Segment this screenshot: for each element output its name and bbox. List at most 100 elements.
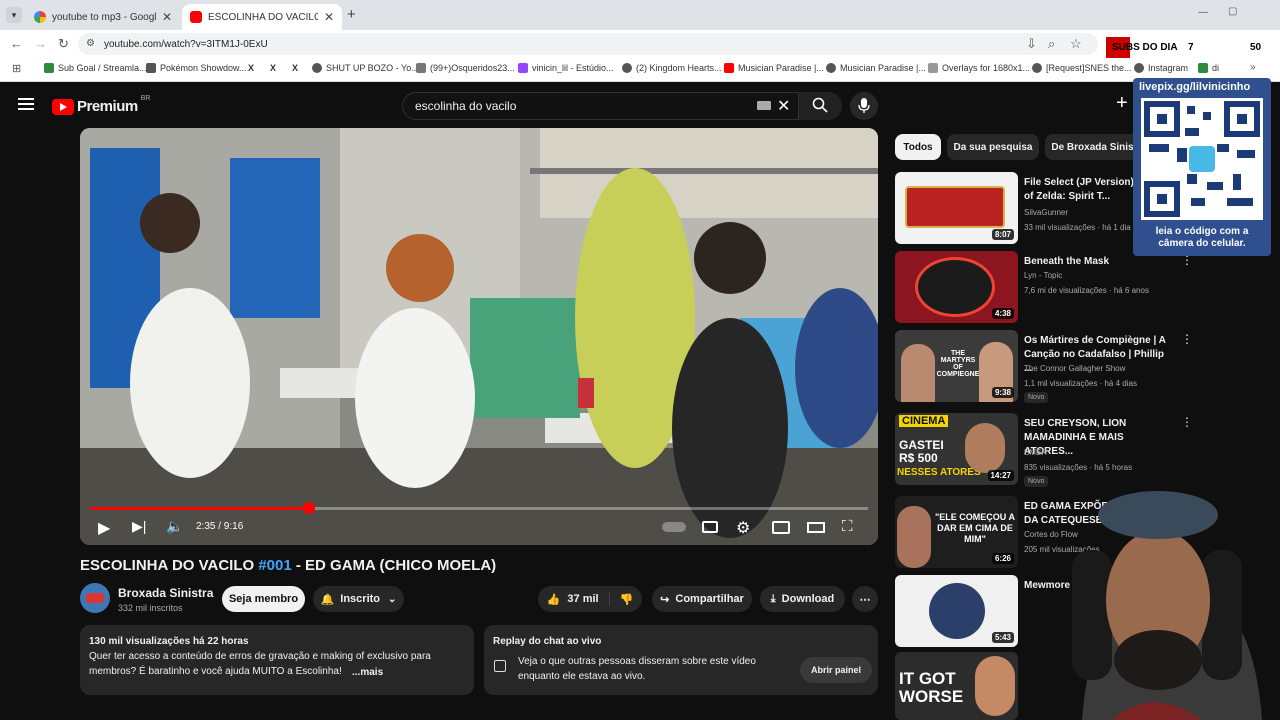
thumbnail-text: IT GOT WORSE — [899, 669, 964, 706]
youtube-premium-logo[interactable]: Premium BR — [52, 95, 150, 115]
description-text: Quer ter acesso a conteúdo de erros de g… — [89, 651, 431, 677]
instagram-icon — [1134, 63, 1144, 73]
close-tab-icon[interactable]: ✕ — [162, 10, 172, 24]
forward-icon[interactable]: → — [34, 36, 47, 51]
reload-icon[interactable]: ↻ — [58, 36, 69, 52]
bookmark-item[interactable]: (2) Kingdom Hearts... — [622, 63, 722, 73]
voice-search-button[interactable] — [850, 92, 878, 120]
subs-goal-widget: SUBS DO DIA 7 50 — [1106, 37, 1270, 59]
bookmark-item[interactable]: X — [292, 63, 298, 73]
chat-icon — [494, 660, 506, 672]
minimize-icon[interactable]: — — [1198, 7, 1208, 18]
description-meta: 130 mil visualizações há 22 horas — [89, 636, 249, 647]
search-button[interactable] — [798, 92, 842, 120]
chip-from-channel[interactable]: De Broxada Sinis — [1045, 134, 1140, 160]
miniplayer-icon[interactable] — [772, 521, 790, 534]
keyboard-icon[interactable] — [757, 101, 771, 110]
video-meta: 33 mil visualizações · há 1 dia — [1024, 223, 1131, 232]
video-duration: 14:27 — [987, 470, 1014, 481]
description-box[interactable]: 130 mil visualizações há 22 horas Quer t… — [80, 625, 474, 695]
download-button[interactable]: ⤓ Download — [760, 586, 845, 612]
clear-search-icon[interactable]: ✕ — [777, 96, 790, 116]
bookmark-item[interactable]: X — [248, 63, 254, 73]
close-tab-icon[interactable]: ✕ — [324, 10, 334, 24]
progress-bar[interactable] — [90, 502, 868, 514]
bookmark-item[interactable]: Overlays for 1680x1... — [928, 63, 1030, 73]
tab-google[interactable]: youtube to mp3 - Google Sear ✕ — [26, 4, 180, 30]
recommended-video[interactable]: 4:38 Beneath the Mask Lyn - Topic 7,6 mi… — [895, 251, 1195, 323]
time-display: 2:35 / 9:16 — [196, 521, 244, 532]
chip-all[interactable]: Todos — [895, 134, 941, 160]
tab-youtube[interactable]: ESCOLINHA DO VACILO #001 - ✕ — [182, 4, 342, 30]
show-more-link[interactable]: ...mais — [348, 665, 384, 680]
more-vert-icon[interactable]: ⋮ — [1181, 415, 1193, 429]
channel-name[interactable]: SilvaGunner — [1024, 208, 1068, 217]
zoom-icon[interactable]: ⌕ — [1048, 36, 1055, 52]
play-icon[interactable]: ▶ — [98, 518, 110, 538]
more-vert-icon[interactable]: ⋮ — [1181, 332, 1193, 346]
dislike-button[interactable]: 👎 — [610, 593, 634, 606]
volume-icon[interactable]: 🔈 — [166, 518, 183, 535]
chip-from-search[interactable]: Da sua pesquisa — [947, 134, 1039, 160]
qr-code-icon — [1141, 98, 1263, 220]
download-icon: ⤓ — [770, 592, 776, 605]
tab-label: youtube to mp3 - Google Sear — [52, 11, 156, 23]
bookmark-item[interactable]: X — [270, 63, 276, 73]
livepix-qr-overlay: livepix.gg/lilvinicinho leia o código co… — [1133, 78, 1271, 256]
bookmark-item[interactable]: vinicin_lil - Estúdio... — [518, 63, 614, 73]
video-thumbnail[interactable]: "ELE COMEÇOU A DAR EM CIMA DE MIM" 6:26 — [895, 496, 1018, 568]
video-title: ESCOLINHA DO VACILO #001 - ED GAMA (CHIC… — [80, 557, 497, 574]
bookmark-item[interactable]: Pokémon Showdow... — [146, 63, 247, 73]
channel-name[interactable]: Lyn - Topic — [1024, 271, 1062, 280]
fullscreen-icon[interactable]: ⛶ — [842, 518, 853, 535]
like-dislike-group: 👍 37 mil 👎 — [538, 586, 642, 612]
channel-avatar[interactable] — [80, 583, 110, 613]
bookmark-item[interactable]: Musician Paradise |... — [724, 63, 824, 73]
create-icon[interactable]: + — [1116, 92, 1128, 115]
url-field[interactable]: ⚙ youtube.com/watch?v=3ITM1J-0ExU — [78, 33, 1098, 55]
bookmark-item[interactable]: Musician Paradise |... — [826, 63, 926, 73]
install-icon[interactable]: ⇩ — [1026, 36, 1037, 52]
subs-label: SUBS DO DIA — [1112, 42, 1178, 53]
video-thumbnail[interactable]: THE MARTYRS OF COMPIEGNE 9:38 — [895, 330, 1018, 402]
video-thumbnail[interactable]: CINEMA GASTEI R$ 500 NESSES ATORES 14:27 — [895, 413, 1018, 485]
back-icon[interactable]: ← — [10, 36, 23, 51]
apps-icon[interactable]: ⊞ — [12, 62, 21, 75]
more-actions-button[interactable]: ⋯ — [852, 586, 878, 612]
site-info-icon[interactable]: ⚙ — [86, 38, 95, 49]
maximize-icon[interactable]: ▢ — [1228, 6, 1237, 17]
tab-strip: ▾ youtube to mp3 - Google Sear ✕ ESCOLIN… — [0, 0, 1280, 30]
settings-icon[interactable]: ⚙ — [736, 518, 750, 538]
more-bookmarks-icon[interactable]: » — [1250, 62, 1256, 73]
bookmark-item[interactable]: Instagram — [1134, 63, 1188, 73]
menu-icon[interactable] — [18, 98, 34, 110]
theater-mode-icon[interactable] — [807, 522, 825, 533]
bookmark-item[interactable]: di — [1198, 63, 1219, 73]
bookmark-item[interactable]: (99+)Osqueridos23... — [416, 63, 515, 73]
title-hashtag[interactable]: #001 — [258, 557, 291, 574]
video-thumbnail[interactable]: IT GOT WORSE — [895, 652, 1018, 720]
next-icon[interactable]: ▶| — [132, 518, 146, 535]
bookmark-item[interactable]: Sub Goal / Streamla... — [44, 63, 147, 73]
new-tab-icon[interactable]: + — [347, 6, 356, 23]
recommended-video[interactable]: THE MARTYRS OF COMPIEGNE 9:38 Os Mártire… — [895, 330, 1195, 403]
video-thumbnail[interactable]: 4:38 — [895, 251, 1018, 323]
video-player[interactable]: ▶ ▶| 🔈 2:35 / 9:16 ⚙ ⛶ — [80, 128, 878, 545]
tab-list-button[interactable]: ▾ — [6, 7, 22, 23]
subtitles-icon[interactable] — [702, 521, 718, 533]
like-button[interactable]: 👍 37 mil — [547, 592, 610, 606]
channel-name[interactable]: The Connor Gallagher Show — [1024, 364, 1125, 373]
share-button[interactable]: ↪ Compartilhar — [652, 586, 752, 612]
bookmark-star-icon[interactable]: ☆ — [1070, 36, 1082, 52]
bookmark-item[interactable]: SHUT UP BOZO - Yo... — [312, 63, 419, 73]
bookmark-item[interactable]: [Request]SNES the... — [1032, 63, 1132, 73]
join-button[interactable]: Seja membro — [222, 586, 305, 612]
video-thumbnail[interactable]: 5:43 — [895, 575, 1018, 647]
channel-name[interactable]: Broxada Sinistra — [118, 586, 213, 600]
video-thumbnail[interactable]: 8:07 — [895, 172, 1018, 244]
channel-name[interactable]: BMBR — [1024, 448, 1047, 457]
autoplay-toggle[interactable] — [662, 522, 686, 532]
search-input[interactable]: escolinha do vacilo ✕ — [402, 92, 842, 120]
subscribed-button[interactable]: 🔔 Inscrito ⌄ — [313, 586, 404, 612]
open-panel-button[interactable]: Abrir painel — [800, 657, 872, 683]
